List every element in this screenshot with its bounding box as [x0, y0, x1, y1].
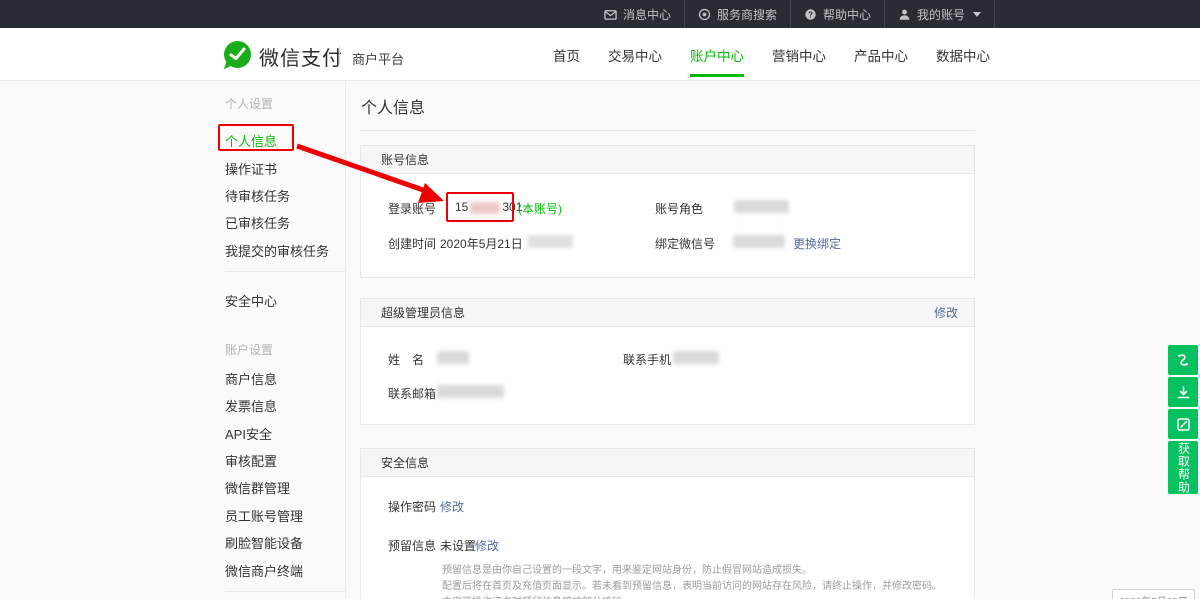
wechat-pay-logo[interactable]	[224, 41, 251, 68]
security-info-card: 安全信息 操作密码 修改 预留信息 未设置 修改 预留信息是由你自己设置的一段文…	[360, 448, 975, 599]
account-info-header: 账号信息	[361, 146, 974, 174]
main-nav: 首页 交易中心 账户中心 营销中心 产品中心 数据中心	[553, 28, 990, 81]
redacted-created-time	[528, 235, 573, 248]
topbar-item-my-account[interactable]: 我的账号	[885, 0, 995, 28]
svg-text:?: ?	[808, 10, 813, 19]
header: 微信支付 商户平台 首页 交易中心 账户中心 营销中心 产品中心 数据中心	[0, 28, 1200, 81]
sidebar-group-account-settings: 账户设置	[225, 341, 273, 358]
sidebar-item-operation-cert[interactable]: 操作证书	[225, 159, 277, 178]
nav-marketing-center[interactable]: 营销中心	[772, 45, 826, 65]
redacted-phone	[673, 351, 719, 364]
sidebar-item-my-submitted-review[interactable]: 我提交的审核任务	[225, 241, 329, 260]
created-time-label: 创建时间	[388, 235, 436, 252]
reserved-info-desc-line2: 配置后将在首页及充值页面显示。若未看到预留信息，表明当前访问的网站存在风险，请终…	[442, 577, 942, 592]
sidebar-item-wechat-group-mgmt[interactable]: 微信群管理	[225, 478, 290, 497]
float-download-button[interactable]	[1168, 377, 1198, 407]
login-account-label: 登录账号	[388, 200, 436, 217]
search-circle-icon	[698, 8, 711, 21]
section-title: 账号信息	[381, 151, 429, 168]
topbar-item-label: 服务商搜索	[717, 6, 777, 23]
redacted-account-role	[734, 200, 789, 213]
admin-info-header: 超级管理员信息 修改	[361, 299, 974, 327]
page-title: 个人信息	[361, 94, 425, 118]
admin-modify-link[interactable]: 修改	[934, 304, 958, 321]
redacted-email	[437, 385, 504, 398]
sidebar-rule	[225, 591, 345, 592]
admin-info-card: 超级管理员信息 修改 姓 名 联系手机 联系邮箱	[360, 298, 975, 425]
sidebar-item-invoice-info[interactable]: 发票信息	[225, 396, 277, 415]
float-feedback-button[interactable]	[1168, 409, 1198, 439]
sidebar-item-security-center[interactable]: 安全中心	[225, 291, 277, 310]
bind-wechat-label: 绑定微信号	[655, 235, 715, 252]
sidebar-item-personal-info[interactable]: 个人信息	[225, 131, 277, 150]
redacted-wechat-id	[733, 235, 785, 248]
check-icon	[229, 47, 246, 62]
nav-home[interactable]: 首页	[553, 45, 580, 65]
sidebar-group-personal-settings: 个人设置	[225, 95, 273, 112]
account-role-label: 账号角色	[655, 200, 703, 217]
sidebar-item-reviewed[interactable]: 已审核任务	[225, 213, 290, 232]
name-label: 姓 名	[388, 351, 424, 368]
topbar-item-label: 帮助中心	[823, 6, 871, 23]
topbar-menu: 消息中心 服务商搜索 ? 帮助中心	[590, 0, 995, 28]
title-rule	[360, 130, 975, 131]
nav-product-center[interactable]: 产品中心	[854, 45, 908, 65]
sidebar-item-face-device[interactable]: 刷脸智能设备	[225, 533, 303, 552]
header-separator	[339, 46, 340, 64]
float-get-help-button[interactable]: 获取帮助	[1168, 441, 1198, 494]
merchant-platform-page: 消息中心 服务商搜索 ? 帮助中心	[0, 0, 1200, 599]
download-icon	[1176, 385, 1191, 400]
portal-name: 商户平台	[352, 49, 404, 68]
date-tooltip: 2020年5月22日	[1112, 589, 1195, 599]
redacted-login-digits	[470, 202, 500, 214]
sidebar-item-merchant-terminal[interactable]: 微信商户终端	[225, 561, 303, 580]
sidebar-rule	[225, 271, 345, 272]
account-info-card: 账号信息 登录账号 15301 (本账号) 账号角色 创建时间 2020年5月2…	[360, 145, 975, 278]
user-icon	[898, 8, 911, 21]
created-time-value: 2020年5月21日	[440, 235, 523, 252]
topbar-item-help-center[interactable]: ? 帮助中心	[791, 0, 885, 28]
topbar-item-label: 消息中心	[623, 6, 671, 23]
sidebar-item-review-config[interactable]: 审核配置	[225, 451, 277, 470]
section-title: 超级管理员信息	[381, 304, 465, 321]
brand-name: 微信支付	[259, 42, 343, 71]
nav-data-center[interactable]: 数据中心	[936, 45, 990, 65]
sidebar-divider	[345, 81, 346, 599]
reserved-info-label: 预留信息	[388, 537, 436, 554]
support-link-icon	[1175, 352, 1191, 368]
topbar-item-label: 我的账号	[917, 6, 965, 23]
operation-password-label: 操作密码	[388, 498, 436, 515]
edit-icon	[1176, 417, 1191, 432]
sidebar-item-staff-account-mgmt[interactable]: 员工账号管理	[225, 506, 303, 525]
nav-trade-center[interactable]: 交易中心	[608, 45, 662, 65]
email-label: 联系邮箱	[388, 385, 436, 402]
login-prefix: 15	[455, 200, 468, 214]
security-info-header: 安全信息	[361, 449, 974, 477]
nav-label: 账户中心	[690, 49, 744, 64]
active-nav-underline	[690, 74, 744, 77]
login-account-value: 15301	[455, 200, 522, 214]
topbar: 消息中心 服务商搜索 ? 帮助中心	[0, 0, 1200, 28]
topbar-item-message-center[interactable]: 消息中心	[590, 0, 685, 28]
topbar-item-provider-search[interactable]: 服务商搜索	[685, 0, 791, 28]
reserved-info-desc-line1: 预留信息是由你自己设置的一段文字，用来鉴定网站身份，防止假冒网站造成损失。	[442, 561, 812, 576]
mail-icon	[604, 8, 617, 21]
reserved-info-desc-line3: 未安装操作证书时预留信息将被部分掩码。	[442, 593, 632, 599]
phone-label: 联系手机	[623, 351, 671, 368]
section-title: 安全信息	[381, 454, 429, 471]
float-support-button[interactable]	[1168, 345, 1198, 375]
redacted-name	[437, 351, 469, 364]
sidebar-item-api-security[interactable]: API安全	[225, 424, 272, 443]
chevron-down-icon	[973, 12, 981, 17]
sidebar-item-merchant-info[interactable]: 商户信息	[225, 369, 277, 388]
current-account-tag: (本账号)	[518, 200, 562, 217]
reserved-modify-link[interactable]: 修改	[475, 537, 499, 554]
nav-account-center[interactable]: 账户中心	[690, 45, 744, 65]
sidebar-item-pending-review[interactable]: 待审核任务	[225, 186, 290, 205]
help-icon: ?	[804, 8, 817, 21]
rebind-link[interactable]: 更换绑定	[793, 235, 841, 252]
password-modify-link[interactable]: 修改	[440, 498, 464, 515]
reserved-info-status: 未设置	[440, 537, 476, 554]
